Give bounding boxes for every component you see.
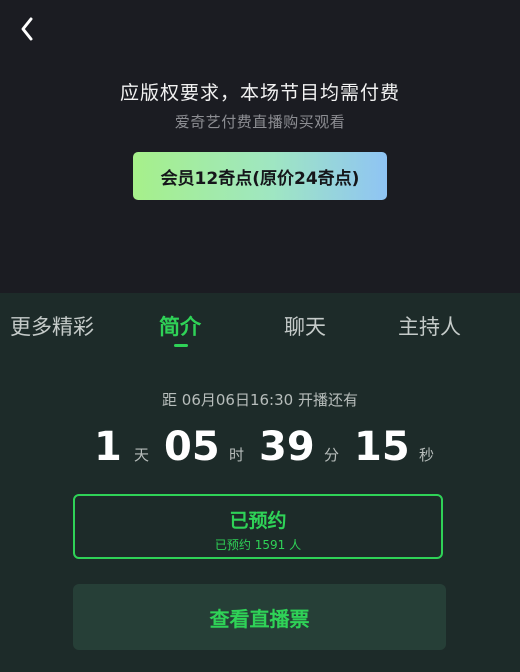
- tab-intro[interactable]: 简介: [159, 311, 201, 341]
- live-info-panel: 更多精彩 简介 聊天 主持人 距 06月06日16:30 开播还有 1 天 05…: [0, 293, 520, 672]
- tab-host[interactable]: 主持人: [398, 311, 461, 341]
- paywall-header: 应版权要求，本场节目均需付费 爱奇艺付费直播购买观看 会员12奇点(原价24奇点…: [0, 0, 520, 293]
- tab-more-highlights[interactable]: 更多精彩: [10, 311, 94, 341]
- tab-chat[interactable]: 聊天: [284, 311, 326, 341]
- countdown-minutes: 39: [259, 424, 315, 470]
- tab-bar: 更多精彩 简介 聊天 主持人: [0, 293, 520, 357]
- reserved-button[interactable]: 已预约 已预约 1591 人: [73, 494, 443, 559]
- member-purchase-button[interactable]: 会员12奇点(原价24奇点): [133, 152, 387, 200]
- reserved-count: 已预约 1591 人: [214, 538, 302, 552]
- countdown-hours-unit: 时: [229, 446, 245, 464]
- view-live-ticket-button[interactable]: 查看直播票: [73, 584, 446, 650]
- countdown-timer: 1 天 05 时 39 分 15 秒: [0, 419, 520, 475]
- countdown-hours: 05: [164, 424, 220, 470]
- countdown-days: 1: [94, 424, 122, 470]
- back-button[interactable]: [10, 12, 44, 46]
- countdown-label: 距 06月06日16:30 开播还有: [162, 391, 358, 409]
- active-tab-indicator: [174, 344, 188, 347]
- countdown-seconds-unit: 秒: [419, 446, 435, 464]
- paywall-notice-title: 应版权要求，本场节目均需付费: [119, 82, 400, 104]
- countdown-days-unit: 天: [134, 446, 150, 464]
- countdown-seconds: 15: [354, 424, 410, 470]
- countdown-minutes-unit: 分: [324, 446, 340, 464]
- reserved-label: 已预约: [229, 510, 287, 532]
- paywall-notice-subtitle: 爱奇艺付费直播购买观看: [174, 113, 346, 131]
- chevron-left-icon: [21, 17, 33, 41]
